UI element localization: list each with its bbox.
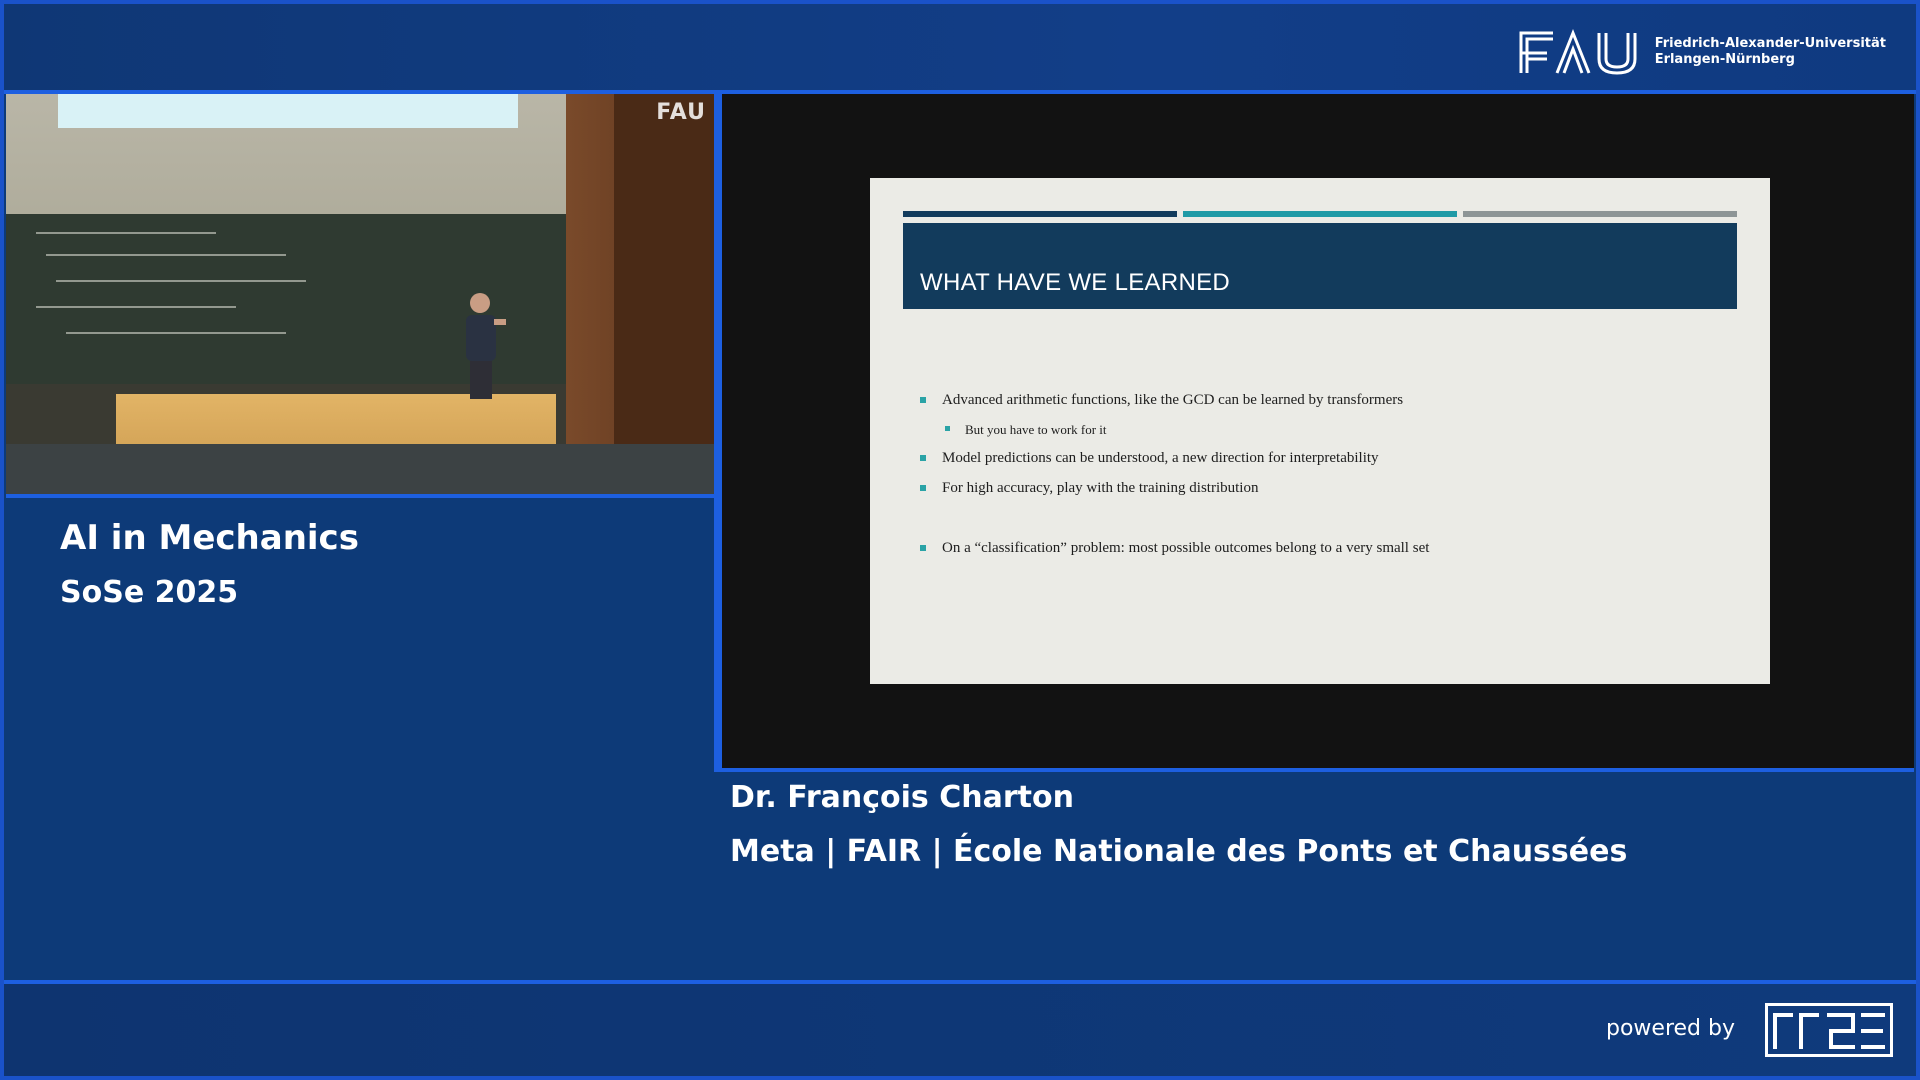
bullet-text: Advanced arithmetic functions, like the … xyxy=(942,392,1404,408)
bullet-item: Advanced arithmetic functions, like the … xyxy=(920,390,1740,420)
slide-accent-bars xyxy=(903,211,1737,217)
projector-screen xyxy=(58,94,518,128)
university-name-line1: Friedrich-Alexander-Universität xyxy=(1654,36,1886,51)
university-logo: Friedrich-Alexander-Universität Erlangen… xyxy=(1517,24,1886,80)
fau-logo-icon xyxy=(1519,28,1637,75)
rrze-logo-icon xyxy=(1765,1003,1893,1057)
presentation-slide: WHAT HAVE WE LEARNED Advanced arithmetic… xyxy=(870,178,1770,684)
accent-bar-3 xyxy=(1463,211,1737,217)
accent-bar-2 xyxy=(1183,211,1457,217)
bullet-square-icon xyxy=(945,426,950,431)
course-term: SoSe 2025 xyxy=(60,575,239,610)
bullet-item: On a “classification” problem: most poss… xyxy=(920,538,1740,568)
accent-bar-1 xyxy=(903,211,1177,217)
university-name-line2: Erlangen-Nürnberg xyxy=(1654,52,1795,67)
camera-divider xyxy=(6,494,714,498)
course-title: AI in Mechanics xyxy=(60,518,359,558)
bullet-square-icon xyxy=(920,545,926,551)
header-bar: Friedrich-Alexander-Universität Erlangen… xyxy=(4,4,1916,90)
bullet-text: On a “classification” problem: most poss… xyxy=(942,540,1430,556)
lecture-camera-feed: FAU xyxy=(6,94,714,494)
bullet-square-icon xyxy=(920,455,926,461)
powered-by-label: powered by xyxy=(1606,1016,1735,1041)
slide-bullet-list: Advanced arithmetic functions, like the … xyxy=(920,390,1740,568)
slide-title-box: WHAT HAVE WE LEARNED xyxy=(903,223,1737,309)
slide-title: WHAT HAVE WE LEARNED xyxy=(920,269,1231,296)
speaker-name: Dr. François Charton xyxy=(730,780,1074,815)
bullet-square-icon xyxy=(920,397,926,403)
vertical-divider xyxy=(714,94,722,768)
audience-seats xyxy=(6,444,714,494)
lecturer-figure xyxy=(466,293,506,399)
camera-watermark: FAU xyxy=(656,100,706,125)
speaker-affiliation: Meta | FAIR | École Nationale des Ponts … xyxy=(730,834,1628,869)
bullet-text: Model predictions can be understood, a n… xyxy=(942,450,1379,466)
bullet-subitem: But you have to work for it xyxy=(920,420,1740,448)
bullet-item: Model predictions can be understood, a n… xyxy=(920,448,1740,478)
slide-divider xyxy=(714,768,1914,772)
door xyxy=(614,94,714,494)
bullet-square-icon xyxy=(920,485,926,491)
bullet-text: For high accuracy, play with the trainin… xyxy=(942,480,1259,496)
bullet-item: For high accuracy, play with the trainin… xyxy=(920,478,1740,508)
slide-viewer: WHAT HAVE WE LEARNED Advanced arithmetic… xyxy=(722,94,1914,768)
bullet-text: But you have to work for it xyxy=(965,422,1107,437)
